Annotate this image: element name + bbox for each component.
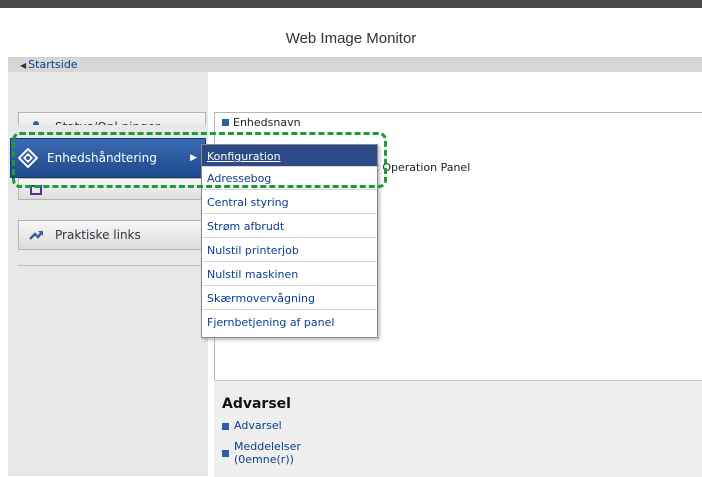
menu-item-fjernbetjening[interactable]: Fjernbetjening af panel [202,311,377,334]
left-panel-divider [18,265,208,266]
left-panel [8,72,208,476]
menu-item-strom-afbrudt[interactable]: Strøm afbrudt [202,215,377,238]
menu-item-skaermovervaagning[interactable]: Skærmovervågning [202,287,377,310]
nav-device-management-button[interactable]: Enhedshåndtering ▶ [10,138,206,178]
page-title: Web Image Monitor [285,30,417,47]
bullet-square-icon [222,450,229,457]
warning-title: Advarsel [222,396,291,412]
chevron-left-icon: ◀ [20,61,27,70]
top-bar [0,0,702,8]
menu-item-nulstil-maskinen[interactable]: Nulstil maskinen [202,263,377,286]
chevron-right-icon: ▶ [190,153,197,163]
device-management-menu: Konfiguration Adressebog Central styring… [201,144,378,338]
menu-item-central-styring[interactable]: Central styring [202,191,377,214]
menu-item-adressebog[interactable]: Adressebog [202,167,377,190]
messages-line1: Meddelelser [234,440,301,453]
nav-device-label: Enhedshåndtering [47,151,157,165]
device-name-value: rt Operation Panel [370,161,471,174]
breadcrumb-bar: ◀ Startside [8,58,702,72]
menu-item-konfiguration[interactable]: Konfiguration [202,145,377,167]
breadcrumb-label: Startside [28,58,78,71]
warning-link[interactable]: Advarsel [222,419,282,432]
messages-link[interactable]: Meddelelser (0emne(r)) [222,440,301,466]
menu-item-nulstil-printerjob[interactable]: Nulstil printerjob [202,239,377,262]
nav-printer-button[interactable] [18,178,206,200]
nav-links-label: Praktiske links [55,228,141,242]
warning-link-label: Advarsel [234,419,282,432]
printer-icon [25,182,47,196]
bullet-square-icon [222,423,229,430]
messages-label: Meddelelser (0emne(r)) [234,440,301,466]
nav-links-button[interactable]: Praktiske links [18,220,206,250]
messages-line2: (0emne(r)) [234,453,294,466]
breadcrumb-home-link[interactable]: ◀ Startside [20,58,78,73]
link-arrow-icon [25,228,47,242]
bullet-square-icon [222,119,229,126]
diamond-gear-icon [17,148,39,168]
